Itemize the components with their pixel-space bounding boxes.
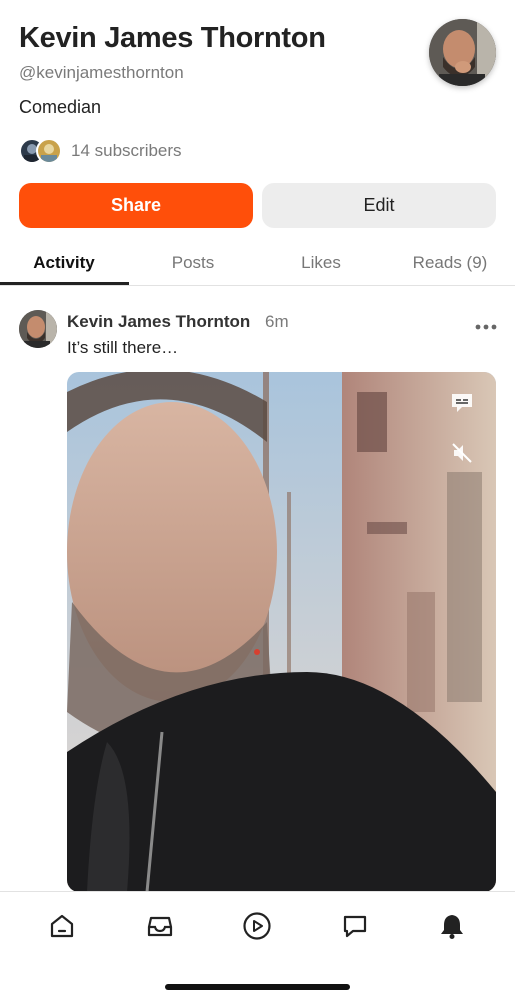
bottom-navigation bbox=[0, 891, 515, 1000]
subscribers-row[interactable]: 14 subscribers bbox=[19, 138, 319, 164]
share-button[interactable]: Share bbox=[19, 183, 253, 228]
profile-tabs: Activity Posts Likes Reads (9) bbox=[0, 240, 515, 286]
post-timestamp: 6m bbox=[265, 312, 289, 331]
profile-name: Kevin James Thornton bbox=[19, 22, 326, 54]
inbox-icon[interactable] bbox=[142, 908, 178, 944]
profile-avatar[interactable] bbox=[429, 19, 496, 86]
subscribers-count: 14 subscribers bbox=[71, 141, 182, 160]
chat-icon[interactable] bbox=[337, 908, 373, 944]
home-icon[interactable] bbox=[44, 908, 80, 944]
tab-posts[interactable]: Posts bbox=[129, 240, 257, 285]
subscriber-avatar bbox=[36, 138, 62, 164]
captions-icon[interactable] bbox=[450, 392, 474, 414]
active-tab-indicator bbox=[0, 282, 129, 285]
profile-header: Kevin James Thornton @kevinjamesthornton… bbox=[0, 0, 515, 240]
tab-activity[interactable]: Activity bbox=[0, 240, 128, 285]
play-icon[interactable] bbox=[239, 908, 275, 944]
mute-icon[interactable] bbox=[451, 442, 473, 464]
post-author-name[interactable]: Kevin James Thornton bbox=[67, 312, 250, 332]
post-video[interactable] bbox=[67, 372, 496, 892]
post-author-avatar[interactable] bbox=[19, 310, 57, 348]
post-text: It’s still there… bbox=[67, 338, 179, 357]
bell-icon[interactable] bbox=[434, 908, 470, 944]
home-indicator bbox=[165, 984, 350, 990]
profile-bio: Comedian bbox=[19, 97, 102, 117]
tab-reads[interactable]: Reads (9) bbox=[386, 240, 514, 285]
edit-button[interactable]: Edit bbox=[262, 183, 496, 228]
tab-likes[interactable]: Likes bbox=[257, 240, 385, 285]
profile-handle: @kevinjamesthornton bbox=[19, 63, 184, 82]
more-options-icon[interactable] bbox=[474, 318, 498, 330]
profile-page: Kevin James Thornton @kevinjamesthornton… bbox=[0, 0, 515, 1000]
activity-post: Kevin James Thornton 6m It’s still there… bbox=[0, 300, 515, 892]
